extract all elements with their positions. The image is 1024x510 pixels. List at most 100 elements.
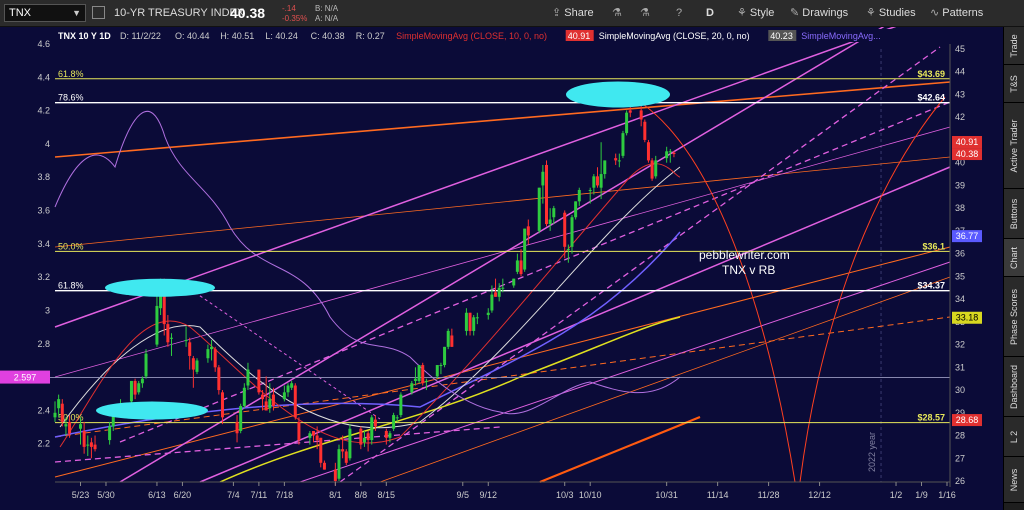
candle-body (439, 365, 443, 367)
candle-body (595, 176, 599, 186)
candle-body (264, 401, 268, 411)
ohlc-field-5: R: 0.27 (356, 31, 385, 41)
flask2-icon[interactable]: ⚗ (640, 0, 650, 27)
studies-button[interactable]: ⚘ Studies (866, 0, 916, 27)
candle-body (64, 424, 68, 427)
candle-body (563, 212, 567, 247)
candle-body (617, 160, 621, 162)
candle-body (490, 294, 494, 311)
tab-chart[interactable]: Chart (1004, 239, 1024, 277)
candle-body (213, 349, 217, 368)
x-tick-label-1: 5/30 (97, 490, 115, 500)
candle-body (217, 367, 221, 391)
x-tick-label-17: 12/12 (808, 490, 831, 500)
x-tick-label-20: 1/16 (938, 490, 956, 500)
candle-body (261, 394, 265, 400)
right-tick-label-16: 42 (955, 112, 965, 122)
candle-body (133, 380, 137, 395)
flask-icon[interactable]: ⚗ (612, 0, 622, 27)
tab-buttons[interactable]: Buttons (1004, 189, 1024, 239)
right-tick-label-9: 35 (955, 271, 965, 281)
bid-value: B: N/A (315, 4, 339, 13)
tab-l-2[interactable]: L 2 (1004, 417, 1024, 457)
right-tick-label-0: 26 (955, 476, 965, 486)
tab-dashboard[interactable]: Dashboard (1004, 357, 1024, 417)
study-legend-label-0: SimpleMovingAvg (CLOSE, 10, 0, no) (396, 31, 547, 41)
candle-body (370, 417, 374, 441)
candle-body (359, 428, 363, 445)
ohlc-field-3: L: 40.24 (265, 31, 298, 41)
x-tick-label-8: 8/8 (355, 490, 368, 500)
candle-body (246, 369, 250, 386)
candle-body (68, 421, 72, 434)
candle-body (526, 226, 530, 236)
study-legend-value-1: 40.23 (770, 31, 793, 41)
annotation-text-1: pebblewriter.com (699, 248, 790, 262)
help-icon[interactable]: ? (676, 0, 682, 27)
chart-background (0, 27, 1003, 510)
candle-body (475, 317, 479, 319)
ask-value: A: N/A (315, 14, 339, 23)
period-selector[interactable]: D (706, 0, 714, 27)
candle-body (646, 142, 650, 161)
right-tick-label-18: 44 (955, 67, 965, 77)
x-tick-label-9: 8/15 (378, 490, 396, 500)
right-tick-label-8: 34 (955, 294, 965, 304)
candle-body (188, 342, 192, 356)
share-button[interactable]: ⇪ Share (552, 0, 594, 27)
tab-t-s[interactable]: T&S (1004, 65, 1024, 103)
style-icon: ⚘ (737, 7, 750, 19)
tab-phase-scores[interactable]: Phase Scores (1004, 277, 1024, 357)
candle-body (515, 260, 519, 272)
drawings-button[interactable]: ✎ Drawings (790, 0, 848, 27)
candle-body (308, 433, 312, 438)
candle-body (599, 174, 603, 188)
candle-body (577, 189, 581, 202)
candle-body (206, 349, 210, 359)
left-marker-label: 2.597 (14, 373, 37, 383)
candle-body (322, 462, 326, 470)
candle-body (545, 164, 549, 225)
left-tick-label-1: 2.4 (37, 405, 50, 415)
price-badge-label-3: 33.18 (956, 313, 979, 323)
x-tick-label-4: 7/4 (227, 490, 240, 500)
candle-body (373, 419, 377, 427)
left-tick-label-5: 3.2 (37, 272, 50, 282)
right-tick-label-1: 27 (955, 453, 965, 463)
candle-body (497, 287, 501, 297)
price-badge-label-2: 36.77 (956, 231, 979, 241)
candle-body (417, 365, 421, 381)
price-badge-label-0: 40.91 (956, 137, 979, 147)
candle-body (392, 415, 396, 429)
tab-news[interactable]: News (1004, 457, 1024, 503)
patterns-button[interactable]: ∿ Patterns (930, 0, 983, 27)
candle-body (472, 317, 476, 331)
tab-label: L 2 (1009, 430, 1019, 443)
candle-body (191, 358, 195, 370)
left-tick-label-8: 3.8 (37, 172, 50, 182)
style-button[interactable]: ⚘ Style (737, 0, 774, 27)
candle-body (501, 287, 505, 289)
price-chart[interactable]: 2022 year 61.8% $43.69 78.6% $42.64 50.0% $36… (0, 27, 1003, 510)
candle-body (523, 228, 527, 270)
fib-level-label-3: 61.8% (58, 281, 84, 291)
tab-trade[interactable]: Trade (1004, 27, 1024, 65)
candle-body (665, 151, 669, 159)
candle-body (348, 428, 352, 459)
x-tick-label-18: 1/2 (890, 490, 903, 500)
candle-body (435, 365, 439, 377)
tab-active-trader[interactable]: Active Trader (1004, 103, 1024, 189)
chevron-down-icon[interactable]: ▼ (72, 5, 81, 21)
right-tick-label-17: 43 (955, 89, 965, 99)
left-tick-label-4: 3 (45, 305, 50, 315)
candle-body (93, 444, 97, 450)
right-tick-label-12: 38 (955, 203, 965, 213)
candle-body (384, 430, 388, 438)
ohlc-field-1: O: 40.44 (175, 31, 210, 41)
candle-body (290, 383, 294, 388)
link-icon[interactable] (92, 6, 105, 19)
symbol-input[interactable]: TNX ▼ (4, 4, 86, 22)
candle-body (184, 340, 188, 342)
candle-body (621, 133, 625, 156)
patterns-icon: ∿ (930, 7, 943, 19)
